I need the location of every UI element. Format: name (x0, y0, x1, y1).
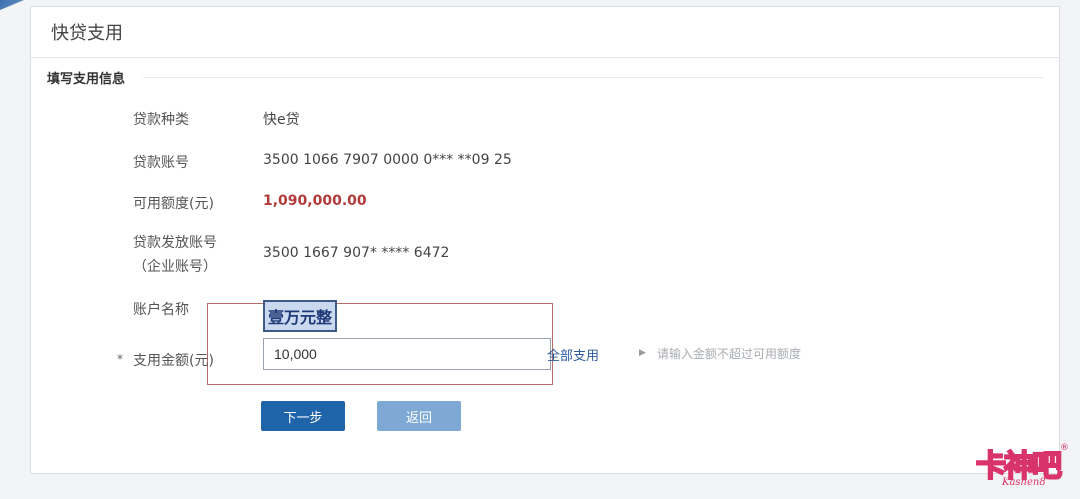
disburse-account-value: 3500 1667 907* **** 6472 (263, 245, 450, 261)
amount-in-words-tooltip: 壹万元整 (263, 300, 338, 332)
loan-form-card: 快贷支用 填写支用信息 贷款种类 快e贷 贷款账号 3500 1066 7907… (30, 6, 1060, 474)
section-title: 填写支用信息 (47, 72, 126, 87)
disburse-account-label: 贷款发放账号 （企业账号） (133, 231, 217, 279)
required-mark: * (117, 352, 123, 366)
all-use-link[interactable]: 全部支用 (547, 345, 599, 364)
page-title: 快贷支用 (31, 7, 1059, 58)
amount-label: 支用金额(元) (133, 353, 214, 369)
disburse-account-label-line1: 贷款发放账号 (133, 235, 217, 251)
amount-input[interactable] (263, 338, 551, 370)
loan-account-value: 3500 1066 7907 0000 0*** **09 25 (263, 152, 512, 168)
available-limit-label: 可用额度(元) (133, 196, 214, 212)
amount-hint: 请输入金额不超过可用额度 (657, 347, 802, 361)
watermark-subtext: Kashen8 (1002, 477, 1046, 488)
registered-mark: ® (1060, 443, 1069, 453)
corner-accent (0, 0, 24, 10)
watermark-logo: 卡神吧 Kashen8 ® (975, 441, 1072, 497)
loan-type-label: 贷款种类 (133, 112, 189, 128)
loan-account-label: 贷款账号 (133, 155, 189, 171)
disburse-account-label-line2: （企业账号） (133, 259, 217, 275)
account-name-label: 账户名称 (133, 302, 189, 318)
available-limit-value: 1,090,000.00 (263, 193, 367, 209)
section-divider (143, 77, 1043, 78)
hint-arrow-icon: ▶ (639, 348, 646, 358)
back-button[interactable]: 返回 (377, 401, 461, 431)
next-button[interactable]: 下一步 (261, 401, 345, 431)
loan-type-value: 快e贷 (263, 112, 300, 128)
